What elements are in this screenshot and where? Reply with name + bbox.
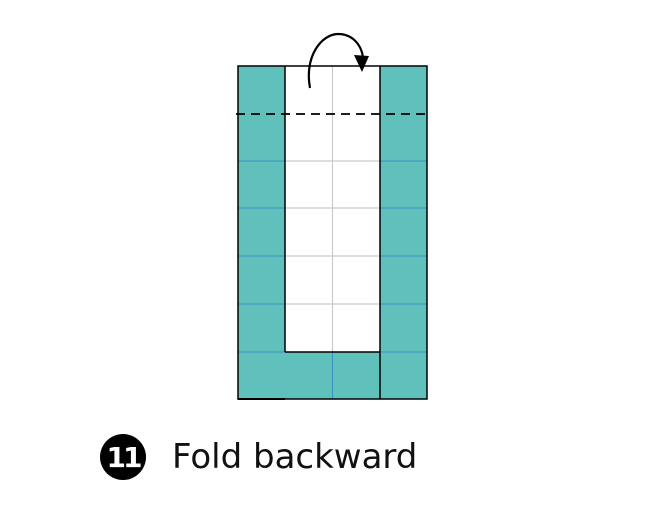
right-teal-strip xyxy=(380,66,427,399)
step-number: 11 xyxy=(106,440,143,474)
step-number-badge: 11 xyxy=(100,434,146,480)
step-caption: 11 Fold backward xyxy=(100,433,417,481)
left-teal-strip xyxy=(238,66,285,399)
step-instruction: Fold backward xyxy=(172,437,418,477)
